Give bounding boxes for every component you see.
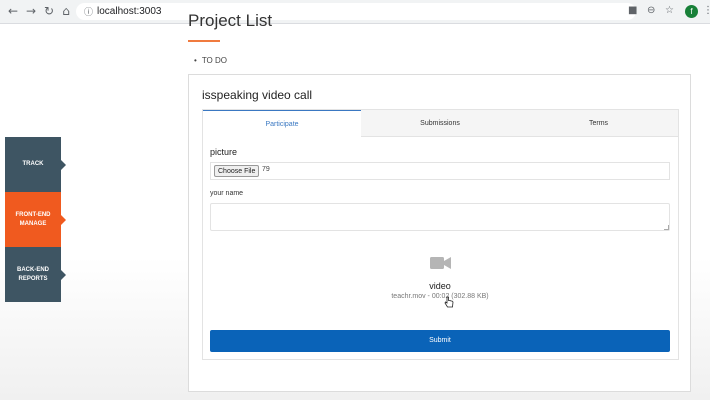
- sidebar-item-track[interactable]: TRACK: [5, 137, 66, 192]
- forward-icon[interactable]: →: [24, 4, 38, 18]
- profile-avatar[interactable]: f: [685, 5, 698, 18]
- tab-panel: [202, 109, 679, 360]
- zoom-icon[interactable]: ⊖: [647, 5, 655, 17]
- video-file-meta: teachr.mov - 00:02 (302.88 KB): [391, 293, 489, 300]
- address-bar[interactable]: ⓘ localhost:3003: [76, 3, 636, 20]
- list-item-todo: TO DO: [194, 56, 227, 65]
- name-textarea[interactable]: [210, 203, 670, 231]
- camera-icon[interactable]: ■: [628, 5, 637, 17]
- sidebar-item-label: BACK-END REPORTS: [17, 266, 49, 282]
- info-icon[interactable]: ⓘ: [84, 5, 93, 18]
- back-icon[interactable]: ←: [6, 4, 20, 18]
- bookmark-star-icon[interactable]: ☆: [665, 5, 674, 17]
- picture-file-field[interactable]: [210, 162, 670, 180]
- video-label: video: [429, 281, 451, 291]
- picture-label: picture: [210, 147, 238, 157]
- sidebar-item-label: FRONT-END MANAGE: [15, 211, 51, 227]
- card-title: isspeaking video call: [202, 88, 313, 102]
- video-camera-icon: [430, 257, 451, 269]
- page-title: Project List: [188, 11, 273, 30]
- sidebar-item-front-end-manage[interactable]: FRONT-END MANAGE: [5, 192, 66, 247]
- hand-cursor-icon: [444, 296, 454, 308]
- url-text: localhost:3003: [97, 6, 162, 17]
- choose-file-button[interactable]: Choose File: [214, 165, 260, 177]
- menu-kebab-icon[interactable]: ⋮: [703, 5, 710, 17]
- reload-icon[interactable]: ↻: [42, 4, 56, 18]
- tab-submissions[interactable]: Submissions: [361, 110, 519, 137]
- tab-participate[interactable]: Participate: [203, 110, 361, 137]
- tab-terms[interactable]: Terms: [519, 110, 678, 137]
- submit-button[interactable]: Submit: [210, 330, 670, 352]
- chosen-file-name: 79: [262, 166, 270, 173]
- title-underline: [188, 40, 220, 42]
- name-label: your name: [210, 190, 244, 197]
- browser-toolbar: ← → ↻ ⌂ ⓘ localhost:3003 ■ ⊖ ☆ f ⋮: [0, 0, 710, 24]
- sidebar-item-label: TRACK: [22, 161, 44, 167]
- home-icon[interactable]: ⌂: [59, 4, 73, 18]
- resize-handle-icon[interactable]: [664, 225, 669, 230]
- sidebar-item-back-end-reports[interactable]: BACK-END REPORTS: [5, 247, 66, 302]
